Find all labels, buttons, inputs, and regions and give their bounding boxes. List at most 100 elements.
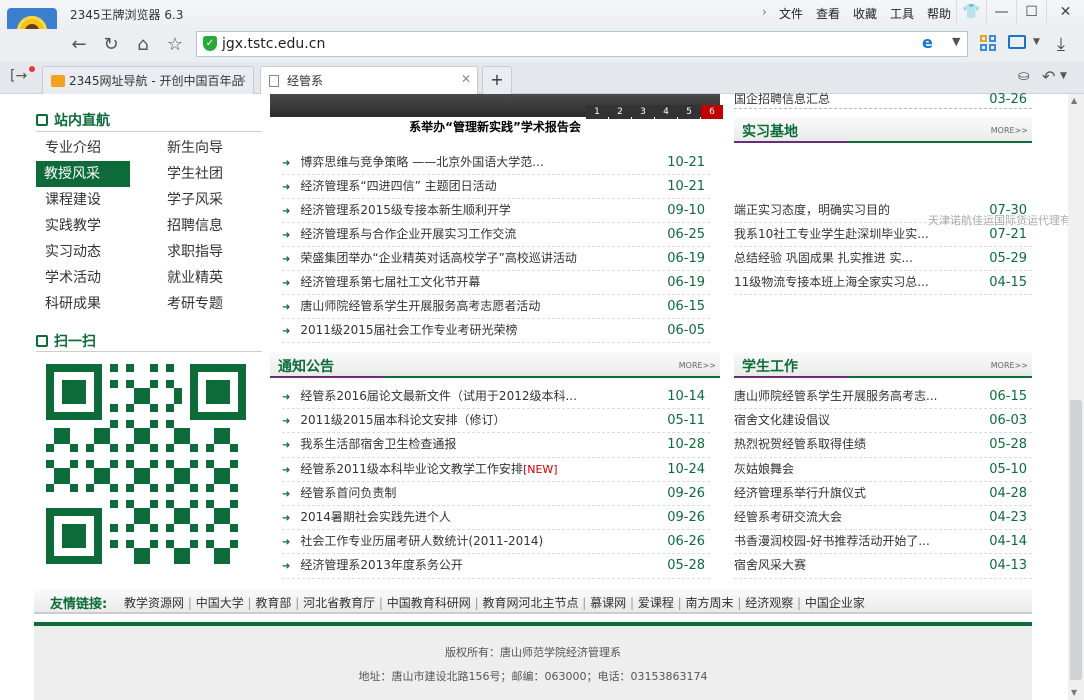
screen-icon[interactable]	[1008, 35, 1026, 49]
friend-link[interactable]: 教育网河北主节点	[482, 596, 578, 610]
item-title[interactable]: 经管系首问负责制	[300, 486, 396, 500]
tab-jgx[interactable]: 经管系 ✕	[260, 66, 478, 94]
item-title[interactable]: 经济管理系与合作企业开展实习工作交流	[300, 227, 516, 241]
menu-tools[interactable]: 工具	[890, 5, 914, 22]
apps-grid-icon[interactable]	[978, 33, 998, 53]
friend-link[interactable]: 中国企业家	[805, 596, 865, 610]
item-title[interactable]: 经济管理系举行升旗仪式	[734, 486, 866, 500]
item-title[interactable]: 唐山师院经管系学生开展服务高考志...	[734, 389, 937, 403]
friend-link[interactable]: 南方周末	[686, 596, 734, 610]
list-item[interactable]: ➜ 经济管理系“四进四信” 主题团日活动 10-21	[282, 175, 710, 199]
sidebar-nav-item[interactable]: 求职指导	[158, 239, 258, 265]
friend-link[interactable]: 慕课网	[590, 596, 626, 610]
item-title[interactable]: 2014暑期社会实践先进个人	[300, 510, 451, 524]
list-item[interactable]: ➜ 经济管理系第七届社工文化节开幕 06-19	[282, 271, 710, 295]
maximize-button[interactable]: ☐	[1016, 0, 1046, 24]
item-title[interactable]: 2011级2015届社会工作专业考研光荣榜	[300, 323, 517, 337]
item-title[interactable]: 灰姑娘舞会	[734, 462, 794, 476]
banner-caption[interactable]: 系举办“管理新实践”学术报告会	[270, 117, 720, 137]
sidebar-nav-item[interactable]: 学子风采	[158, 187, 258, 213]
sidebar-nav-item[interactable]: 学生社团	[158, 161, 258, 187]
list-item[interactable]: 宿舍文化建设倡议 06-03	[734, 409, 1032, 433]
friend-link[interactable]: 经济观察	[745, 596, 793, 610]
list-item[interactable]: ➜ 经管系2011级本科毕业论文教学工作安排[NEW] 10-24	[282, 458, 710, 482]
list-item[interactable]: ➜ 经管系首问负责制 09-26	[282, 482, 710, 506]
sidebar-toggle-icon[interactable]: [→	[10, 68, 27, 84]
scrollbar-thumb[interactable]	[1070, 400, 1082, 680]
item-title[interactable]: 社会工作专业历届考研人数统计(2011-2014)	[300, 534, 543, 548]
item-title[interactable]: 经管系考研交流大会	[734, 510, 842, 524]
home-icon[interactable]: ⌂	[130, 33, 156, 57]
list-item[interactable]: 总结经验 巩固成果 扎实推进 实... 05-29	[734, 247, 1032, 271]
item-title[interactable]: 我系生活部宿舍卫生检查通报	[300, 437, 456, 451]
list-item[interactable]: 唐山师院经管系学生开展服务高考志... 06-15	[734, 385, 1032, 409]
friend-link[interactable]: 爱课程	[638, 596, 674, 610]
list-item[interactable]: 经管系考研交流大会 04-23	[734, 506, 1032, 530]
item-title[interactable]: 经济管理系“四进四信” 主题团日活动	[300, 179, 496, 193]
item-title[interactable]: 荣盛集团举办“企业精英对话高校学子”高校巡讲活动	[300, 251, 576, 265]
list-item[interactable]: 热烈祝贺经管系取得佳绩 05-28	[734, 433, 1032, 457]
item-title[interactable]: 经济管理系第七届社工文化节开幕	[300, 275, 480, 289]
sidebar-nav-item[interactable]: 实践教学	[36, 213, 136, 239]
sidebar-nav-item[interactable]: 课程建设	[36, 187, 136, 213]
item-title[interactable]: 我系10社工专业学生赴深圳毕业实...	[734, 227, 929, 241]
item-title[interactable]: 唐山师院经管系学生开展服务高考志愿者活动	[300, 299, 540, 313]
friend-link[interactable]: 教学资源网	[124, 596, 184, 610]
list-item[interactable]: ➜ 经管系2016届论文最新文件（试用于2012级本科... 10-14	[282, 385, 710, 409]
download-icon[interactable]: ⤓	[1048, 33, 1074, 57]
sidebar-nav-item[interactable]: 就业精英	[158, 265, 258, 291]
list-item[interactable]: 11级物流专接本班上海全家实习总... 04-15	[734, 271, 1032, 295]
item-title[interactable]: 热烈祝贺经管系取得佳绩	[734, 437, 866, 451]
list-item[interactable]: ➜ 我系生活部宿舍卫生检查通报 10-28	[282, 433, 710, 457]
list-item[interactable]: 经济管理系举行升旗仪式 04-28	[734, 482, 1032, 506]
more-link[interactable]: MORE>>	[679, 361, 716, 370]
item-title[interactable]: 经济管理系2015级专接本新生顺利开学	[300, 203, 511, 217]
list-item[interactable]: ➜ 经济管理系与合作企业开展实习工作交流 06-25	[282, 223, 710, 247]
more-link[interactable]: MORE>>	[991, 126, 1028, 135]
item-title[interactable]: 2011级2015届本科论文安排（修订）	[300, 413, 505, 427]
sidebar-nav-item[interactable]: 科研成果	[36, 291, 136, 317]
list-item[interactable]: 书香漫润校园-好书推荐活动开始了... 04-14	[734, 530, 1032, 554]
item-title[interactable]: 总结经验 巩固成果 扎实推进 实...	[734, 251, 913, 265]
dropdown-icon[interactable]: ▼	[952, 35, 960, 48]
sidebar-nav-item[interactable]: 招聘信息	[158, 213, 258, 239]
menu-help[interactable]: 帮助	[927, 5, 951, 22]
list-item[interactable]: ➜ 博弈思维与竞争策略 ——北京外国语大学范... 10-21	[282, 151, 710, 175]
sidebar-nav-item[interactable]: 考研专题	[158, 291, 258, 317]
scroll-up-icon[interactable]: ▲	[1071, 96, 1077, 105]
list-item[interactable]: ➜ 经济管理系2013年度系务公开 05-28	[282, 554, 710, 578]
friend-link[interactable]: 河北省教育厅	[303, 596, 375, 610]
close-tab-icon[interactable]: ✕	[461, 72, 471, 86]
list-item[interactable]: ➜ 2011级2015届本科论文安排（修订） 05-11	[282, 409, 710, 433]
item-title[interactable]: 书香漫润校园-好书推荐活动开始了...	[734, 534, 930, 548]
item-title[interactable]: 国企招聘信息汇总	[734, 92, 830, 106]
item-title[interactable]: 博弈思维与竞争策略 ——北京外国语大学范...	[300, 155, 543, 169]
list-item[interactable]: ➜ 社会工作专业历届考研人数统计(2011-2014) 06-26	[282, 530, 710, 554]
address-text[interactable]: jgx.tstc.edu.cn	[222, 36, 325, 52]
new-tab-button[interactable]: +	[482, 66, 512, 94]
minimize-button[interactable]: —	[986, 0, 1016, 24]
item-title[interactable]: 宿舍文化建设倡议	[734, 413, 830, 427]
item-title[interactable]: 宿舍风采大赛	[734, 558, 806, 572]
list-item[interactable]: 宿舍风采大赛 04-13	[734, 554, 1032, 578]
item-title[interactable]: 11级物流专接本班上海全家实习总...	[734, 275, 929, 289]
undo-dropdown-icon[interactable]: ▼	[1060, 71, 1067, 81]
star-icon[interactable]: ☆	[162, 33, 188, 57]
sidebar-nav-item[interactable]: 教授风采	[36, 161, 130, 187]
tab-2345[interactable]: 2345网址导航 - 开创中国百年品 ✕	[42, 66, 254, 94]
menu-file[interactable]: 文件	[779, 5, 803, 22]
item-title[interactable]: 经济管理系2013年度系务公开	[300, 558, 463, 572]
skin-icon[interactable]: 👕	[956, 0, 986, 24]
undo-icon[interactable]: ↶	[1042, 67, 1055, 86]
menu-view[interactable]: 查看	[816, 5, 840, 22]
list-item[interactable]: ➜ 唐山师院经管系学生开展服务高考志愿者活动 06-15	[282, 295, 710, 319]
ie-engine-icon[interactable]: e	[922, 33, 933, 52]
item-title[interactable]: 经管系2011级本科毕业论文教学工作安排	[300, 462, 523, 476]
close-tab-icon[interactable]: ✕	[237, 72, 247, 86]
friend-link[interactable]: 中国大学	[196, 596, 244, 610]
user-icon[interactable]: ⛀	[1018, 68, 1030, 84]
friend-link[interactable]: 教育部	[255, 596, 291, 610]
close-window-button[interactable]: ✕	[1046, 0, 1084, 24]
menu-favorites[interactable]: 收藏	[853, 5, 877, 22]
sidebar-nav-item[interactable]: 学术活动	[36, 265, 136, 291]
